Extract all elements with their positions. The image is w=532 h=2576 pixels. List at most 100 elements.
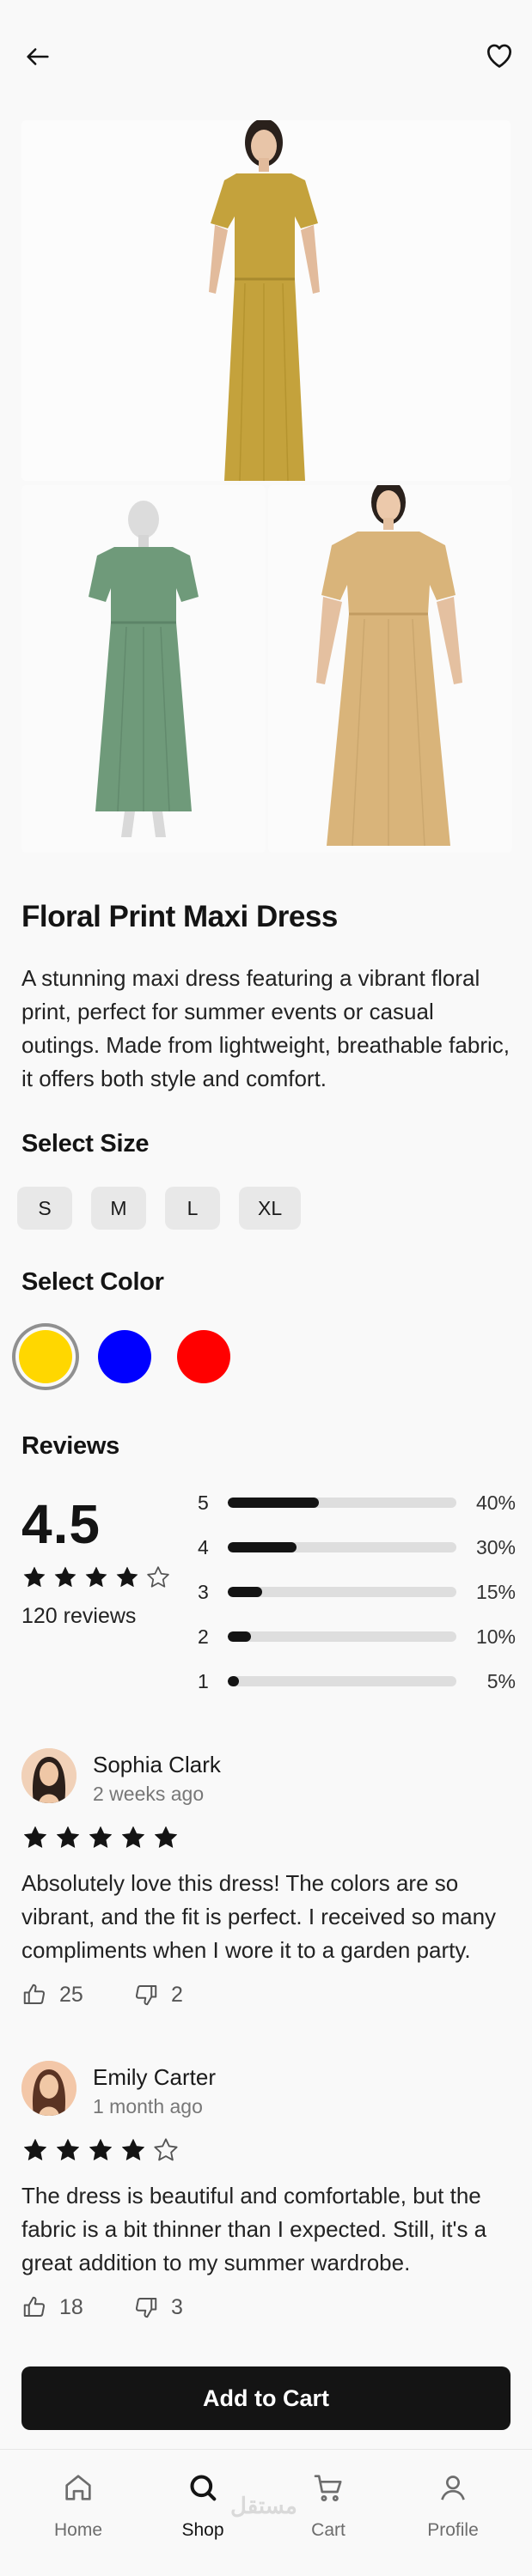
review-date: 1 month ago <box>93 2095 203 2117</box>
size-options: S M L XL <box>17 1187 302 1230</box>
top-bar <box>0 0 532 107</box>
dislike-button[interactable]: 3 <box>133 2294 183 2320</box>
distribution-star-label: 1 <box>198 1669 209 1692</box>
like-button[interactable]: 25 <box>21 1982 83 2008</box>
distribution-bar-track <box>228 1542 456 1552</box>
review-date: 2 weeks ago <box>93 1783 205 1805</box>
tab-label: Home <box>53 2520 103 2540</box>
dislike-count: 2 <box>171 1982 183 2007</box>
dress-beige-image <box>268 485 512 853</box>
heart-icon <box>486 44 512 68</box>
star-filled-icon <box>24 1826 46 1848</box>
bottom-tab-bar: Home Shop Cart Profile مستقل <box>0 2449 532 2576</box>
color-options <box>19 1330 230 1383</box>
star-filled-icon <box>23 1566 46 1588</box>
size-option-xl[interactable]: XL <box>239 1187 302 1230</box>
product-image-main[interactable] <box>21 120 511 481</box>
thumbs-up-icon <box>23 1984 46 2004</box>
profile-icon <box>441 2476 465 2500</box>
watermark-logo: مستقل <box>230 2493 297 2518</box>
distribution-star-label: 2 <box>198 1625 209 1648</box>
review-stars <box>21 1824 180 1851</box>
product-image-beige[interactable] <box>268 485 512 853</box>
distribution-bar-fill <box>228 1676 240 1686</box>
back-button[interactable] <box>17 36 58 77</box>
star-filled-icon <box>122 2139 144 2160</box>
distribution-percent: 10% <box>475 1625 516 1648</box>
distribution-percent: 40% <box>475 1491 516 1514</box>
distribution-bar-track <box>228 1587 456 1597</box>
review-text: The dress is beautiful and comfortable, … <box>21 2183 487 2275</box>
like-count: 18 <box>59 2294 83 2319</box>
distribution-percent: 15% <box>475 1580 516 1603</box>
cart-icon <box>314 2475 342 2502</box>
distribution-bar-track <box>228 1498 456 1508</box>
review-count: 120 reviews <box>21 1604 137 1628</box>
star-filled-icon <box>57 1826 79 1848</box>
distribution-star-label: 4 <box>198 1535 209 1558</box>
reviews-heading: Reviews <box>21 1432 119 1460</box>
star-filled-icon <box>116 1566 138 1588</box>
distribution-bar-fill <box>228 1498 320 1508</box>
thumbs-down-icon <box>135 2298 157 2318</box>
color-swatch-yellow[interactable] <box>19 1330 72 1383</box>
dislike-count: 3 <box>171 2294 183 2319</box>
dress-green-image <box>21 485 266 853</box>
home-icon <box>65 2475 91 2500</box>
reviewer-name: Sophia Clark <box>93 1752 221 1777</box>
dislike-button[interactable]: 2 <box>133 1982 183 2008</box>
star-filled-icon <box>89 1826 112 1848</box>
like-count: 25 <box>59 1982 83 2007</box>
distribution-row-3: 3 15% <box>198 1579 516 1605</box>
distribution-row-1: 1 5% <box>198 1668 516 1694</box>
distribution-row-5: 5 40% <box>198 1490 516 1516</box>
distribution-bar-track <box>228 1631 456 1642</box>
thumbs-up-icon <box>23 2296 46 2317</box>
star-filled-icon <box>122 1826 144 1848</box>
star-filled-icon <box>24 2139 46 2160</box>
thumbs-down-icon <box>135 1985 157 2006</box>
tab-label: Profile <box>427 2520 479 2540</box>
size-option-l[interactable]: L <box>165 1187 220 1230</box>
star-filled-icon <box>57 2139 79 2160</box>
distribution-row-2: 2 10% <box>198 1624 516 1649</box>
select-size-heading: Select Size <box>21 1130 150 1157</box>
avatar <box>21 1748 76 1803</box>
tab-label: Cart <box>311 2520 345 2540</box>
distribution-percent: 5% <box>486 1669 516 1692</box>
tab-home[interactable]: Home <box>27 2465 130 2560</box>
reviewer-name: Emily Carter <box>93 2064 217 2090</box>
distribution-percent: 30% <box>475 1535 516 1558</box>
review-item: Emily Carter 1 month ago The dress is be… <box>21 2061 511 2336</box>
add-to-cart-button[interactable]: Add to Cart <box>21 2366 511 2430</box>
product-description: A stunning maxi dress featuring a vibran… <box>21 965 510 1091</box>
color-swatch-blue[interactable] <box>98 1330 151 1383</box>
search-icon <box>190 2475 217 2501</box>
star-filled-icon <box>85 1566 107 1588</box>
size-option-s[interactable]: S <box>17 1187 72 1230</box>
dress-mustard-image <box>21 120 511 481</box>
avatar <box>21 2061 76 2116</box>
select-color-heading: Select Color <box>21 1268 164 1296</box>
product-title: Floral Print Maxi Dress <box>21 900 338 933</box>
distribution-star-label: 5 <box>198 1491 209 1514</box>
like-button[interactable]: 18 <box>21 2294 83 2320</box>
product-image-green[interactable] <box>21 485 266 853</box>
arrow-left-icon <box>27 48 49 65</box>
distribution-bar-fill <box>228 1587 262 1597</box>
distribution-bar-track <box>228 1676 456 1686</box>
distribution-star-label: 3 <box>198 1580 209 1603</box>
star-filled-icon <box>89 2139 112 2160</box>
distribution-bar-fill <box>228 1631 251 1642</box>
star-filled-icon <box>155 1826 177 1848</box>
tab-profile[interactable]: Profile <box>401 2465 504 2560</box>
average-rating: 4.5 <box>21 1493 101 1555</box>
favorite-button[interactable] <box>479 34 520 76</box>
review-text: Absolutely love this dress! The colors a… <box>21 1870 497 1963</box>
tab-label: Shop <box>181 2520 224 2540</box>
size-option-m[interactable]: M <box>91 1187 146 1230</box>
distribution-row-4: 4 30% <box>198 1534 516 1560</box>
review-stars <box>21 2136 180 2164</box>
color-swatch-red[interactable] <box>177 1330 230 1383</box>
star-filled-icon <box>54 1566 76 1588</box>
